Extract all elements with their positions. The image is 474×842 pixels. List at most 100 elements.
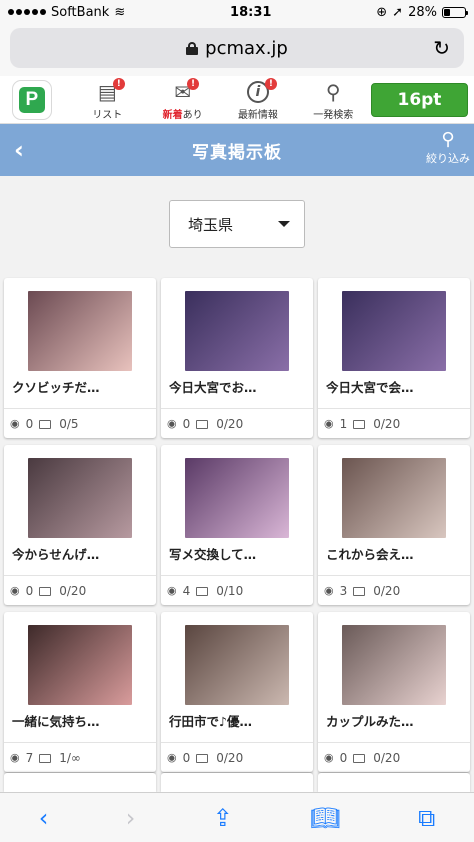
status-time: 18:31 [230, 4, 272, 20]
photo-card-partial[interactable] [4, 773, 156, 793]
browser-toolbar: ‹ › ⇪ 📖︎ ⧉ [0, 792, 474, 842]
notification-badge: ! [112, 77, 125, 90]
reply-count: 0/20 [216, 750, 244, 765]
status-bar: SoftBank ≋ 18:31 ⊕ ➚ 28% [0, 0, 474, 24]
card-stats: ◉ 0 0/20 [161, 742, 313, 772]
nav-item-info[interactable]: i! 最新情報 [220, 77, 295, 121]
orientation-lock-icon: ⊕ [376, 4, 388, 20]
reply-count: 1/∞ [59, 750, 81, 765]
photo-card-partial[interactable] [161, 773, 313, 793]
share-icon[interactable]: ⇪ [213, 804, 233, 832]
view-count: 3 [339, 583, 348, 598]
filter-button[interactable]: ⚲ 絞り込み [426, 130, 470, 166]
location-icon: ➚ [392, 4, 404, 20]
list-icon: ▤! [98, 77, 125, 106]
card-stats: ◉ 4 0/10 [161, 575, 313, 605]
filter-label: 絞り込み [426, 152, 470, 165]
reply-count: 0/20 [216, 416, 244, 431]
prefecture-select[interactable]: 埼玉県 [169, 200, 305, 248]
photo-card[interactable]: 今日大宮で会… ◉ 1 0/20 [318, 278, 470, 438]
carrier-name: SoftBank [51, 4, 110, 20]
card-stats: ◉ 0 0/20 [4, 575, 156, 605]
mail-icon [39, 754, 52, 763]
card-title: 一緒に気持ち… [12, 714, 100, 729]
card-title: 今からせんげ… [12, 547, 100, 562]
card-stats: ◉ 0 0/5 [4, 408, 156, 438]
eye-icon: ◉ [324, 751, 334, 764]
photo-card[interactable]: クソビッチだ… ◉ 0 0/5 [4, 278, 156, 438]
reply-count: 0/20 [373, 583, 401, 598]
reply-count: 0/20 [59, 583, 87, 598]
photo-card[interactable]: 今からせんげ… ◉ 0 0/20 [4, 445, 156, 605]
back-chevron-icon[interactable]: ‹ [14, 136, 24, 164]
card-stats: ◉ 0 0/20 [318, 742, 470, 772]
eye-icon: ◉ [10, 417, 20, 430]
card-title: 今日大宮でお… [169, 380, 257, 395]
photo-thumbnail [342, 625, 446, 705]
nav-item-search[interactable]: ⚲ 一発検索 [296, 79, 371, 121]
eye-icon: ◉ [10, 584, 20, 597]
reply-count: 0/20 [373, 416, 401, 431]
photo-grid: クソビッチだ… ◉ 0 0/5 今日大宮でお… ◉ 0 0/20 今日大宮で会… ◉ 1 0… [4, 278, 470, 772]
notification-badge: ! [187, 77, 199, 90]
points-button[interactable]: 16pt [370, 82, 469, 117]
nav-item-label: 最新情報 [237, 109, 278, 121]
mail-icon [353, 587, 366, 596]
forward-icon[interactable]: › [126, 804, 136, 832]
prefecture-value: 埼玉県 [188, 215, 234, 234]
page-header: ‹ 写真掲示板 ⚲ 絞り込み [0, 124, 474, 176]
home-logo[interactable]: P [12, 79, 52, 120]
view-count: 4 [182, 583, 191, 598]
card-stats: ◉ 3 0/20 [318, 575, 470, 605]
card-title: これから会え… [326, 547, 414, 562]
notification-badge: ! [264, 77, 277, 90]
photo-thumbnail [342, 458, 446, 538]
bookmarks-icon[interactable]: 📖︎ [310, 804, 340, 832]
url-text: pcmax.jp [205, 37, 288, 59]
new-label-rest: あり [182, 109, 203, 121]
app-nav: P ▤! リスト ✉! 新着あり i! 最新情報 ⚲ 一発検索 16pt [0, 76, 474, 124]
nav-item-list[interactable]: ▤! リスト [70, 77, 145, 121]
reload-icon[interactable]: ↻ [433, 36, 450, 60]
mail-icon [353, 420, 366, 429]
photo-thumbnail [28, 291, 132, 371]
battery-percent: 28% [408, 4, 437, 20]
view-count: 7 [25, 750, 34, 765]
view-count: 0 [339, 750, 348, 765]
reply-count: 0/10 [216, 583, 244, 598]
mail-icon [353, 754, 366, 763]
photo-card[interactable]: 写メ交換して… ◉ 4 0/10 [161, 445, 313, 605]
new-label: 新着 [162, 109, 183, 121]
search-icon: ⚲ [325, 80, 341, 104]
photo-card[interactable]: 一緒に気持ち… ◉ 7 1/∞ [4, 612, 156, 772]
photo-card[interactable]: これから会え… ◉ 3 0/20 [318, 445, 470, 605]
view-count: 0 [182, 750, 191, 765]
photo-thumbnail [185, 625, 289, 705]
mail-icon [39, 587, 52, 596]
photo-card[interactable]: 今日大宮でお… ◉ 0 0/20 [161, 278, 313, 438]
photo-card[interactable]: 行田市で♪優… ◉ 0 0/20 [161, 612, 313, 772]
logo-mark: P [18, 86, 45, 113]
photo-thumbnail [28, 625, 132, 705]
view-count: 1 [339, 416, 348, 431]
photo-card-partial[interactable] [318, 773, 470, 793]
card-title: 行田市で♪優… [169, 714, 252, 729]
nav-item-label: 一発検索 [313, 109, 354, 121]
card-title: カップルみた… [326, 714, 414, 729]
mail-icon [196, 587, 209, 596]
mail-icon: ✉! [174, 77, 199, 106]
url-field[interactable]: pcmax.jp ↻ [10, 28, 464, 68]
back-icon[interactable]: ‹ [39, 804, 49, 832]
eye-icon: ◉ [167, 751, 177, 764]
view-count: 0 [25, 583, 34, 598]
photo-card[interactable]: カップルみた… ◉ 0 0/20 [318, 612, 470, 772]
nav-item-label: 新着あり [163, 106, 203, 121]
photo-thumbnail [342, 291, 446, 371]
info-icon: i! [246, 77, 277, 106]
nav-item-mail[interactable]: ✉! 新着あり [145, 77, 220, 121]
tabs-icon[interactable]: ⧉ [418, 804, 435, 832]
card-stats: ◉ 1 0/20 [318, 408, 470, 438]
photo-thumbnail [28, 458, 132, 538]
card-title: 今日大宮で会… [326, 380, 414, 395]
signal-icon [8, 9, 46, 15]
